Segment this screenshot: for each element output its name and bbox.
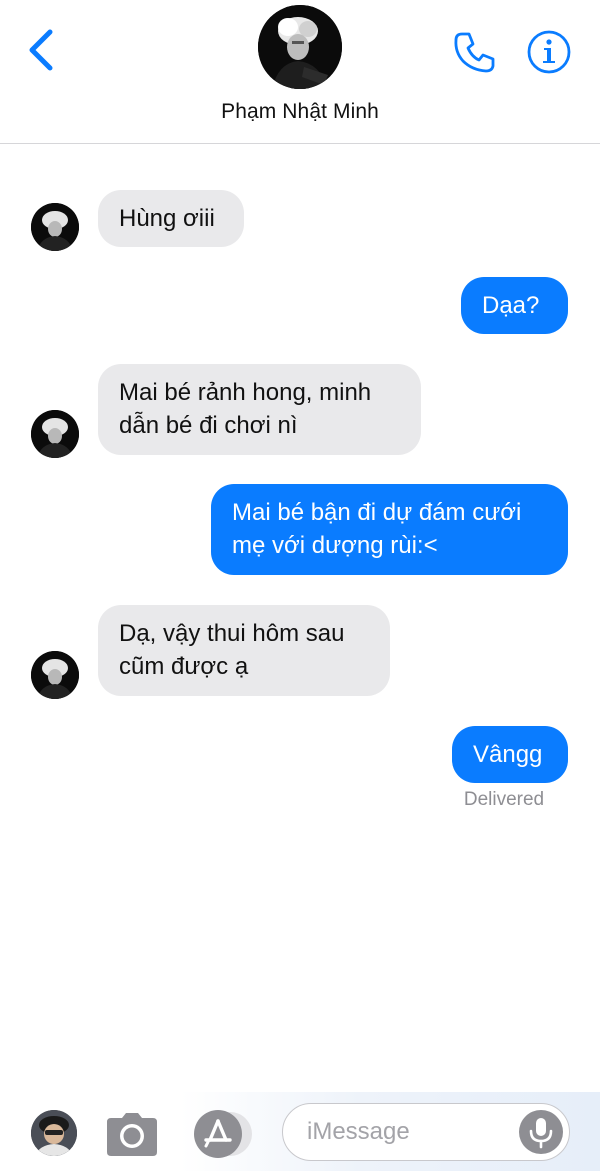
message-text-line: Mai bé bận đi dự đám cưới <box>232 499 522 526</box>
sender-avatar[interactable] <box>31 203 79 251</box>
message-text-line: dẫn bé đi chơi nì <box>119 412 298 439</box>
back-button[interactable] <box>22 26 62 74</box>
app-store-button[interactable] <box>192 1110 254 1158</box>
message-bubble-incoming[interactable]: Dạ, vậy thui hôm sau cũm được ạ <box>98 605 390 696</box>
message-text-line: Mai bé rảnh hong, minh <box>119 379 372 406</box>
message-text-line: Dạ, vậy thui hôm sau <box>119 620 345 647</box>
message-bubble-outgoing[interactable]: Vângg <box>452 726 568 783</box>
messages-screen: Phạm Nhật Minh Hùng ơiii Dạa? Mai bé rản… <box>0 0 600 1171</box>
sender-avatar[interactable] <box>31 410 79 458</box>
message-input-container <box>282 1103 570 1161</box>
message-bubble-outgoing[interactable]: Mai bé bận đi dự đám cưới mẹ với dượng r… <box>211 484 568 575</box>
camera-button[interactable] <box>105 1110 159 1158</box>
microphone-button[interactable] <box>519 1110 563 1154</box>
memoji-button[interactable] <box>31 1110 77 1156</box>
info-icon <box>527 30 571 74</box>
contact-name[interactable]: Phạm Nhật Minh <box>0 100 600 124</box>
phone-icon <box>454 32 495 73</box>
message-bubble-incoming[interactable]: Mai bé rảnh hong, minh dẫn bé đi chơi nì <box>98 364 421 455</box>
memoji-avatar-icon <box>31 1110 77 1156</box>
imessage-input[interactable] <box>307 1113 507 1151</box>
delivery-status: Delivered <box>463 789 545 810</box>
message-text-line: mẹ với dượng rùi:< <box>232 532 438 559</box>
app-store-icon <box>194 1110 252 1158</box>
microphone-icon <box>529 1118 553 1149</box>
camera-icon <box>107 1113 157 1156</box>
sender-avatar[interactable] <box>31 651 79 699</box>
message-text-line: cũm được ạ <box>119 653 249 680</box>
contact-avatar[interactable] <box>258 5 342 89</box>
message-text: Hùng ơiii <box>119 205 215 232</box>
message-text: Vângg <box>473 741 543 768</box>
call-button[interactable] <box>452 29 498 75</box>
message-bubble-outgoing[interactable]: Dạa? <box>461 277 568 334</box>
message-bubble-incoming[interactable]: Hùng ơiii <box>98 190 244 247</box>
conversation-header: Phạm Nhật Minh <box>0 0 600 144</box>
message-text: Dạa? <box>482 292 540 319</box>
info-button[interactable] <box>526 29 572 75</box>
chevron-left-icon <box>29 29 53 71</box>
